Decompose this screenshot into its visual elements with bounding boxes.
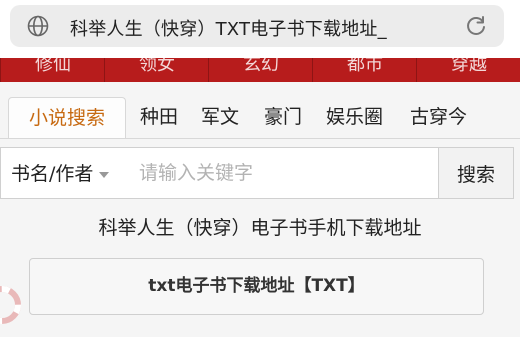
tab-category[interactable]: 娱乐圈 — [326, 97, 383, 138]
nav-item[interactable]: 都市 — [312, 58, 417, 82]
category-tabs: 小说搜索 种田 军文 豪门 娱乐圈 古穿今 — [0, 82, 520, 142]
tab-category[interactable]: 军文 — [201, 97, 239, 138]
tab-category[interactable]: 豪门 — [264, 97, 302, 138]
top-nav: 修仙 领女 玄幻 都市 穿越 — [0, 58, 520, 82]
tab-category[interactable]: 古穿今 — [410, 97, 467, 138]
search-type-label: 书名/作者 — [11, 163, 94, 185]
url-field[interactable]: 科举人生（快穿）TXT电子书下载地址_ — [10, 5, 504, 47]
tab-category[interactable]: 种田 — [140, 97, 178, 138]
globe-icon — [27, 15, 49, 37]
nav-item[interactable]: 修仙 — [0, 58, 105, 82]
chevron-down-icon — [99, 171, 110, 178]
tabs-divider — [0, 138, 520, 139]
url-text: 科举人生（快穿）TXT电子书下载地址_ — [70, 19, 387, 40]
nav-item[interactable]: 领女 — [104, 58, 209, 82]
page-title: 科举人生（快穿）电子书手机下载地址 — [98, 217, 422, 239]
search-type-select[interactable]: 书名/作者 — [11, 148, 110, 200]
search-button[interactable]: 搜索 — [438, 147, 514, 199]
tab-novel-search[interactable]: 小说搜索 — [8, 97, 126, 139]
search-input[interactable] — [139, 149, 431, 197]
browser-address-bar: 科举人生（快穿）TXT电子书下载地址_ — [0, 0, 520, 58]
search-bar: 书名/作者 搜索 — [0, 147, 520, 202]
nav-item[interactable]: 穿越 — [416, 58, 520, 82]
nav-item[interactable]: 玄幻 — [208, 58, 313, 82]
search-box: 书名/作者 — [0, 147, 438, 199]
download-txt-button[interactable]: txt电子书下载地址【TXT】 — [29, 258, 484, 315]
reload-icon[interactable] — [464, 14, 488, 38]
lifebuoy-icon — [0, 286, 21, 324]
